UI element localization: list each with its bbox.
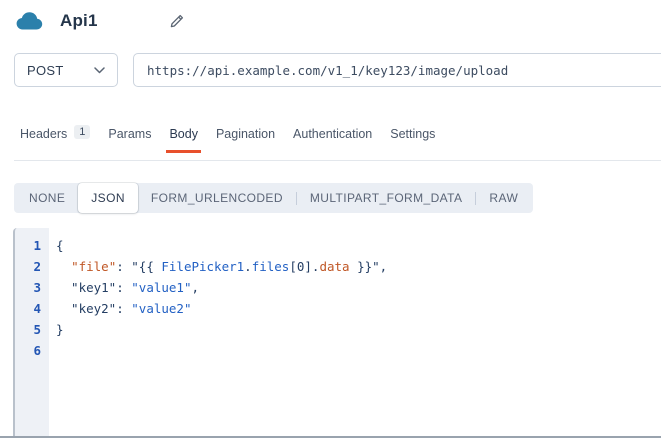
line-number: 6 <box>15 340 49 361</box>
json-body-editor[interactable]: 123456 { "file": "{{ FilePicker1.files[0… <box>13 228 661 436</box>
request-tabs: Headers 1 Params Body Pagination Authent… <box>20 127 435 155</box>
tab-label: Headers <box>20 127 67 141</box>
tab-label: Params <box>108 127 151 141</box>
body-type-form-urlencoded[interactable]: FORM_URLENCODED <box>138 183 296 213</box>
tab-authentication[interactable]: Authentication <box>293 127 372 155</box>
line-numbers: 123456 <box>13 228 49 436</box>
code-token: data <box>319 259 349 274</box>
tabs-divider <box>14 160 661 161</box>
tab-label: Settings <box>390 127 435 141</box>
query-title: Api1 <box>60 11 98 31</box>
tab-params[interactable]: Params <box>108 127 151 155</box>
line-number: 3 <box>15 277 49 298</box>
pencil-edit-icon[interactable] <box>168 12 186 30</box>
code-line[interactable]: "key1": "value1", <box>56 277 661 298</box>
body-type-raw[interactable]: RAW <box>476 183 531 213</box>
code-lines[interactable]: { "file": "{{ FilePicker1.files[0].data … <box>49 228 661 436</box>
code-token: } <box>56 322 64 337</box>
tab-label: Pagination <box>216 127 275 141</box>
code-token: "key1": <box>56 280 131 295</box>
line-number: 4 <box>15 298 49 319</box>
code-token: { <box>56 238 64 253</box>
cloud-icon <box>15 10 44 32</box>
url-input[interactable] <box>133 53 661 87</box>
code-token: , <box>191 280 199 295</box>
code-line[interactable]: } <box>56 319 661 340</box>
method-select[interactable]: POST <box>14 53 118 87</box>
body-type-none[interactable]: NONE <box>16 183 78 213</box>
line-number: 5 <box>15 319 49 340</box>
line-number: 2 <box>15 256 49 277</box>
code-token: : "{{ <box>116 259 161 274</box>
tab-label: Authentication <box>293 127 372 141</box>
body-type-multipart-form-data[interactable]: MULTIPART_FORM_DATA <box>297 183 476 213</box>
code-token: "value2" <box>131 301 191 316</box>
code-line[interactable]: "key2": "value2" <box>56 298 661 319</box>
body-type-json[interactable]: JSON <box>78 183 138 213</box>
code-token: "key2": <box>56 301 131 316</box>
code-token: [0]. <box>289 259 319 274</box>
code-token: "value1" <box>131 280 191 295</box>
code-token <box>56 259 71 274</box>
chevron-down-icon <box>94 61 105 79</box>
tab-settings[interactable]: Settings <box>390 127 435 155</box>
code-token: }}", <box>350 259 388 274</box>
code-token: . <box>244 259 252 274</box>
line-number: 1 <box>15 235 49 256</box>
code-line[interactable]: { <box>56 235 661 256</box>
query-header: Api1 <box>15 8 186 34</box>
code-line[interactable]: "file": "{{ FilePicker1.files[0].data }}… <box>56 256 661 277</box>
headers-count-badge: 1 <box>74 125 90 139</box>
tab-headers[interactable]: Headers 1 <box>20 127 90 155</box>
code-token: "file" <box>71 259 116 274</box>
tab-label: Body <box>169 127 198 141</box>
method-label: POST <box>27 63 64 78</box>
api-query-editor: Api1 POST Headers 1 Params Body P <box>0 0 661 438</box>
tab-body[interactable]: Body <box>169 127 198 155</box>
tab-pagination[interactable]: Pagination <box>216 127 275 155</box>
body-type-selector: NONE JSON FORM_URLENCODED MULTIPART_FORM… <box>14 183 533 213</box>
code-line[interactable] <box>56 340 661 361</box>
code-token: files <box>252 259 290 274</box>
code-token: FilePicker1 <box>161 259 244 274</box>
